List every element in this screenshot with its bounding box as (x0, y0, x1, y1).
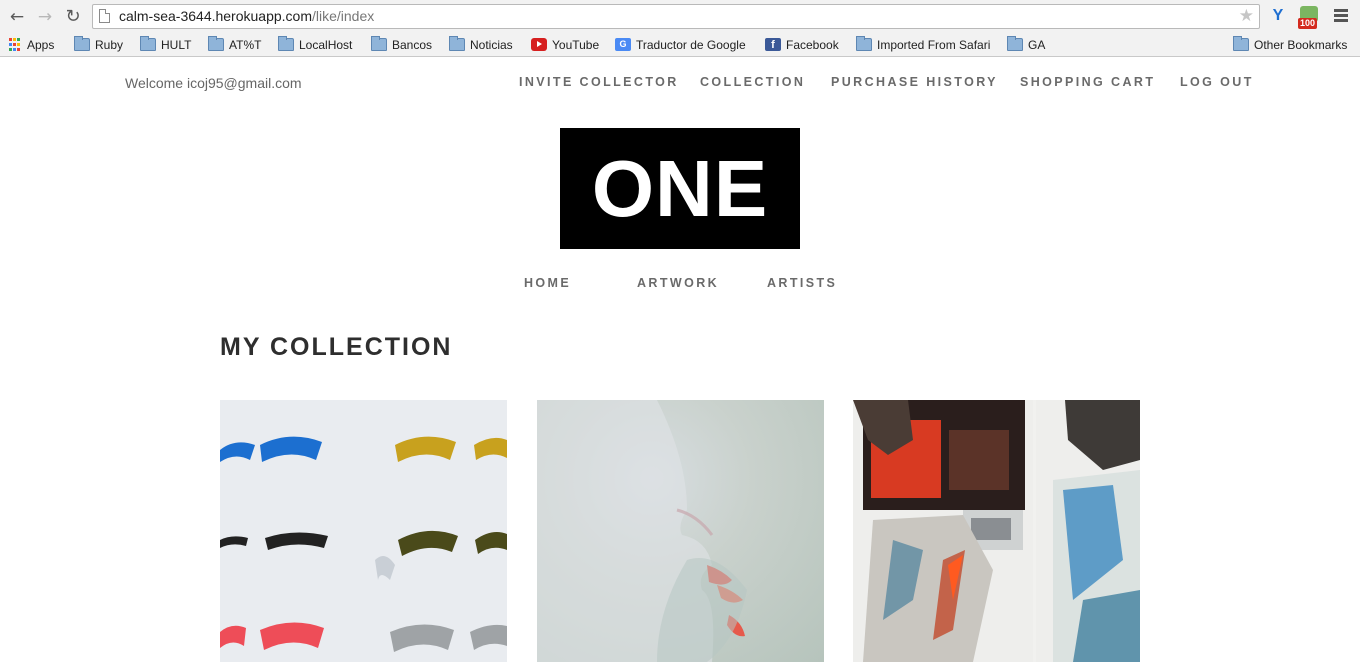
bookmarks-bar: Apps Ruby HULT AT%T LocalHost Bancos Not… (0, 33, 1360, 57)
welcome-text: Welcome icoj95@gmail.com (125, 75, 302, 91)
page-title: MY COLLECTION (220, 333, 453, 361)
bookmark-localhost[interactable]: LocalHost (278, 36, 353, 53)
bookmark-star-icon[interactable]: ★ (1239, 6, 1254, 26)
youtube-icon (531, 38, 547, 52)
nav-purchase-history[interactable]: PURCHASE HISTORY (831, 75, 998, 89)
url-path: /like/index (312, 8, 375, 24)
bookmark-imported-safari[interactable]: Imported From Safari (856, 36, 991, 53)
apps-icon (9, 38, 22, 51)
back-arrow-icon[interactable]: ← (6, 6, 28, 28)
bookmark-noticias[interactable]: Noticias (449, 36, 513, 53)
bookmark-bancos[interactable]: Bancos (371, 36, 433, 53)
collage-artwork-image (853, 400, 1140, 662)
folder-icon (371, 36, 387, 52)
bookmark-label: AT%T (229, 38, 262, 52)
artwork-thumbnail[interactable] (853, 400, 1140, 662)
folder-icon (856, 36, 872, 52)
nav-log-out[interactable]: LOG OUT (1180, 75, 1254, 89)
forward-arrow-icon[interactable]: → (34, 6, 56, 28)
bookmark-label: Apps (27, 38, 55, 52)
bookmark-label: Noticias (470, 38, 513, 52)
nav-artwork[interactable]: ARTWORK (637, 276, 719, 290)
page-icon (99, 9, 110, 23)
folder-icon (449, 36, 465, 52)
bookmark-hult[interactable]: HULT (140, 36, 192, 53)
bookmark-label: HULT (161, 38, 192, 52)
facebook-icon: f (765, 38, 781, 52)
bookmark-label: Ruby (95, 38, 124, 52)
menu-icon[interactable] (1334, 9, 1348, 22)
nav-shopping-cart[interactable]: SHOPPING CART (1020, 75, 1155, 89)
extension-badge: 100 (1298, 18, 1318, 29)
bookmark-traductor[interactable]: G Traductor de Google (615, 37, 746, 53)
bookmark-label: Facebook (786, 38, 839, 52)
address-bar[interactable]: calm-sea-3644.herokuapp.com/like/index ★ (92, 4, 1260, 29)
bookmark-label: GA (1028, 38, 1046, 52)
folder-icon (1233, 36, 1249, 52)
folder-icon (140, 36, 156, 52)
nav-collection[interactable]: COLLECTION (700, 75, 805, 89)
url-text[interactable]: calm-sea-3644.herokuapp.com/like/index (119, 8, 374, 24)
bookmark-label: Bancos (392, 38, 433, 52)
bookmark-label: Other Bookmarks (1254, 38, 1348, 52)
folder-icon (278, 36, 294, 52)
artwork-thumbnail[interactable] (537, 400, 824, 662)
reload-icon[interactable]: ↻ (62, 6, 84, 28)
nav-home[interactable]: HOME (524, 276, 571, 290)
folder-icon (208, 36, 224, 52)
face-artwork-image (537, 400, 747, 662)
google-translate-icon: G (615, 38, 631, 52)
bookmark-facebook[interactable]: f Facebook (765, 37, 839, 53)
artwork-thumbnail[interactable] (220, 400, 507, 662)
bookmark-ga[interactable]: GA (1007, 36, 1046, 53)
nav-invite-collector[interactable]: INVITE COLLECTOR (519, 75, 679, 89)
eyelashes-artwork-image (220, 436, 507, 652)
nav-artists[interactable]: ARTISTS (767, 276, 837, 290)
site-logo[interactable]: ONE (560, 128, 800, 249)
bookmark-label: Traductor de Google (636, 38, 746, 52)
bookmark-youtube[interactable]: YouTube (531, 37, 599, 53)
bookmark-att[interactable]: AT%T (208, 36, 262, 53)
extension-v-icon[interactable]: Y (1269, 7, 1287, 25)
folder-icon (1007, 36, 1023, 52)
url-host: calm-sea-3644.herokuapp.com (119, 8, 312, 24)
folder-icon (74, 36, 90, 52)
bookmark-other[interactable]: Other Bookmarks (1233, 36, 1348, 53)
bookmark-label: Imported From Safari (877, 38, 991, 52)
bookmark-apps[interactable]: Apps (9, 37, 54, 53)
bookmark-ruby[interactable]: Ruby (74, 36, 124, 53)
bookmark-label: YouTube (552, 38, 600, 52)
browser-toolbar: ← → ↻ calm-sea-3644.herokuapp.com/like/i… (0, 0, 1360, 33)
bookmark-label: LocalHost (299, 38, 353, 52)
